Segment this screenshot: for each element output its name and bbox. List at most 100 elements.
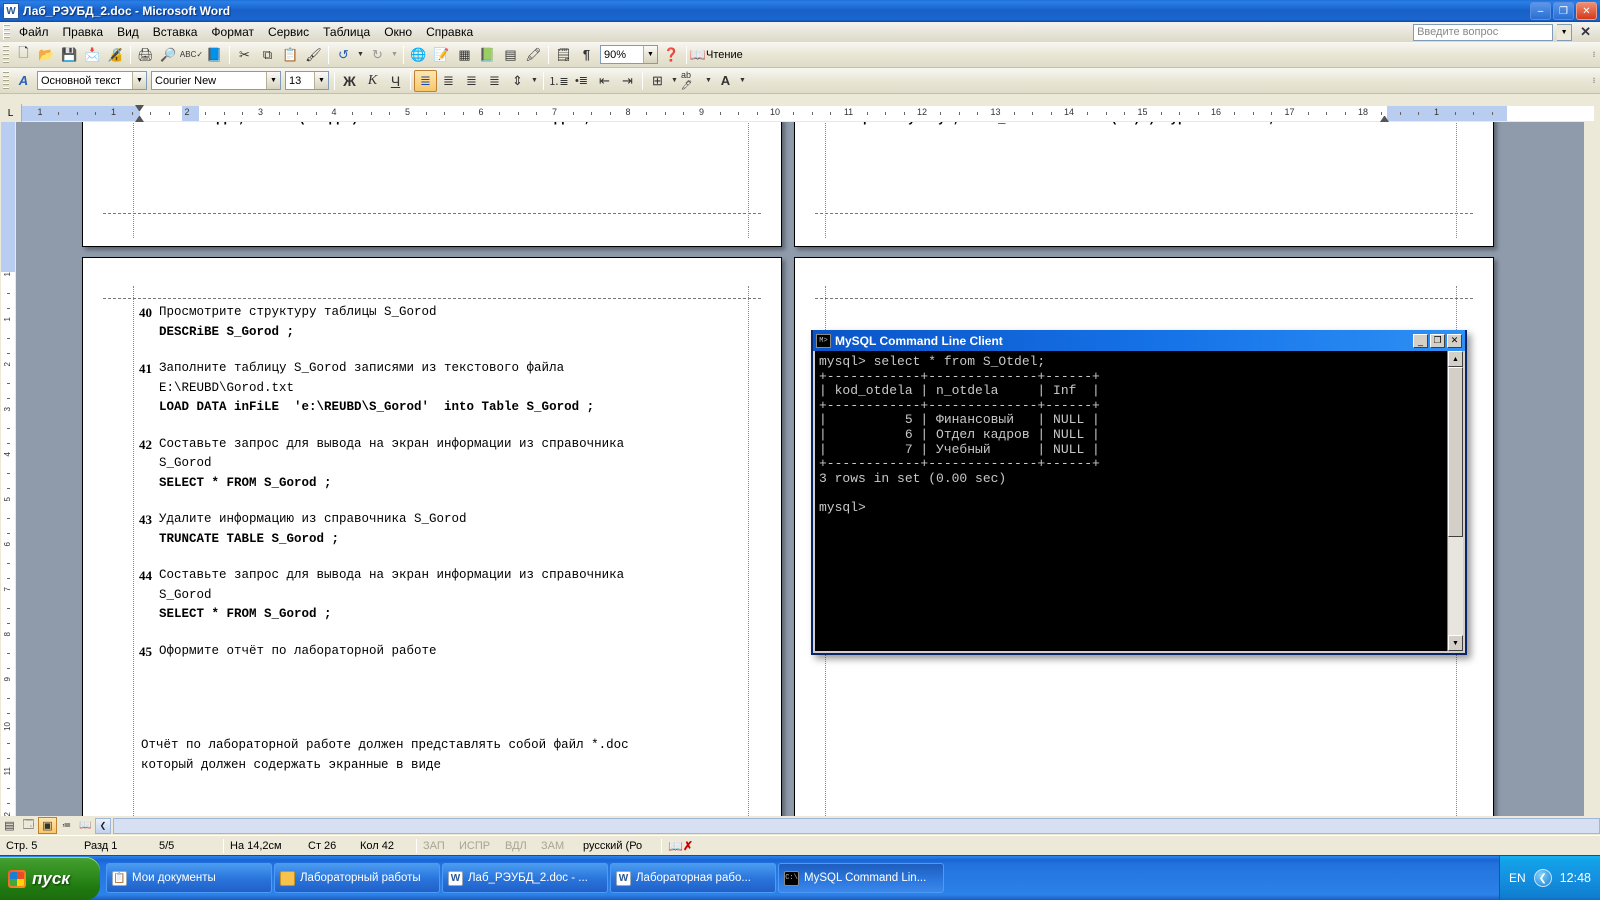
open-icon[interactable]: 📂 (35, 44, 58, 66)
document-list-item[interactable]: 40 Просмотрите структуру таблицы S_Gorod D… (139, 303, 741, 342)
status-revision-mode[interactable]: ИСПР (453, 840, 499, 852)
italic-button[interactable]: К (361, 70, 384, 92)
formatting-toolbar-grip[interactable] (3, 70, 9, 91)
line-spacing-icon[interactable]: ⇕ (506, 70, 529, 92)
taskbar-button[interactable]: 📋 Мои документы (106, 863, 272, 893)
styles-and-formatting-icon[interactable]: A (12, 70, 35, 92)
decrease-indent-icon[interactable]: ⇤ (593, 70, 616, 92)
font-color-dropdown-icon[interactable]: ▼ (737, 70, 748, 92)
chevron-down-icon[interactable]: ▼ (266, 72, 280, 89)
outline-view-icon[interactable]: ≔ (57, 817, 76, 834)
mysql-command-line-window[interactable]: M> MySQL Command Line Client _ ❐ ✕ mysql… (811, 330, 1467, 655)
cut-icon[interactable]: ✂ (233, 44, 256, 66)
mysql-scrollbar[interactable]: ▲ ▼ (1447, 351, 1463, 651)
copy-icon[interactable]: ⧉ (256, 44, 279, 66)
formatting-toolbar-options-icon[interactable]: ⁝ (1588, 70, 1600, 92)
web-layout-view-icon[interactable]: 🗔 (19, 817, 38, 834)
save-icon[interactable]: 💾 (58, 44, 81, 66)
document-list-item[interactable]: 42 Составьте запрос для вывода на экран и… (139, 435, 741, 494)
status-record-mode[interactable]: ЗАП (417, 840, 453, 852)
document-page-current[interactable]: 40 Просмотрите структуру таблицы S_Gorod D… (82, 257, 782, 816)
menu-view[interactable]: Вид (110, 23, 146, 41)
menu-insert[interactable]: Вставка (146, 23, 205, 41)
chevron-down-icon[interactable]: ▼ (132, 72, 146, 89)
chevron-down-icon[interactable]: ▼ (314, 72, 328, 89)
research-icon[interactable]: 📘 (203, 44, 226, 66)
print-layout-view-icon[interactable]: ▣ (38, 817, 57, 834)
tab-selector-button[interactable]: L (0, 104, 22, 122)
paste-icon[interactable]: 📋 (279, 44, 302, 66)
ask-a-question-input[interactable]: Введите вопрос (1413, 23, 1554, 41)
reading-layout-view-icon[interactable]: 📖 (76, 817, 95, 834)
status-language[interactable]: русский (Ро (577, 840, 661, 852)
status-overtype-mode[interactable]: ЗАМ (535, 840, 577, 852)
standard-toolbar-options-icon[interactable]: ⁝ (1588, 44, 1600, 66)
font-combo[interactable]: Courier New ▼ (151, 71, 281, 90)
align-left-icon[interactable]: ≣ (414, 69, 437, 92)
scroll-up-button[interactable]: ▲ (1448, 351, 1463, 367)
bulleted-list-icon[interactable]: •≣ (570, 70, 593, 92)
document-list-item[interactable]: 44 Составьте запрос для вывода на экран и… (139, 566, 741, 625)
redo-dropdown-icon[interactable]: ▼ (389, 44, 400, 66)
tables-and-borders-icon[interactable]: 📝 (430, 44, 453, 66)
font-color-icon[interactable]: A (714, 70, 737, 92)
zoom-combo[interactable]: 90% ▼ (600, 45, 658, 64)
increase-indent-icon[interactable]: ⇥ (616, 70, 639, 92)
close-button[interactable]: ✕ (1576, 2, 1597, 20)
document-list-item[interactable]: 43 Удалите информацию из справочника S_Go… (139, 510, 741, 549)
taskbar-button[interactable]: W Лаб_РЭУБД_2.doc - ... (442, 863, 608, 893)
help-icon[interactable]: ❓ (660, 44, 683, 66)
numbered-list-icon[interactable]: ⒈≣ (547, 70, 570, 92)
menu-help[interactable]: Справка (419, 23, 480, 41)
taskbar-button[interactable]: C:\ MySQL Command Lin... (778, 863, 944, 893)
bold-button[interactable]: Ж (338, 70, 361, 92)
highlight-icon[interactable]: ab🖊 (680, 70, 703, 92)
show-formatting-marks-icon[interactable]: ¶ (575, 44, 598, 66)
clock[interactable]: 12:48 (1560, 871, 1591, 885)
undo-dropdown-icon[interactable]: ▼ (355, 44, 366, 66)
mail-recipient-icon[interactable]: 📩 (81, 44, 104, 66)
insert-table-icon[interactable]: ▦ (453, 44, 476, 66)
line-spacing-dropdown-icon[interactable]: ▼ (529, 70, 540, 92)
borders-icon[interactable]: ⊞ (646, 70, 669, 92)
normal-view-icon[interactable]: ▤ (0, 817, 19, 834)
print-icon[interactable]: 🖨 (134, 44, 157, 66)
new-document-icon[interactable]: 🗋 (12, 44, 35, 66)
format-painter-icon[interactable]: 🖌 (302, 44, 325, 66)
first-line-indent-marker[interactable] (135, 104, 144, 112)
document-list-item[interactable]: 45 Оформите отчёт по лабораторной работе (139, 642, 741, 662)
mysql-scroll-thumb[interactable] (1448, 367, 1463, 537)
mysql-console-output[interactable]: mysql> select * from S_Otdel; +----------… (815, 351, 1447, 651)
spelling-check-icon[interactable]: ABC✓ (180, 44, 203, 66)
align-right-icon[interactable]: ≣ (460, 70, 483, 92)
close-document-icon[interactable]: ✕ (1576, 24, 1595, 40)
ruler-strip[interactable]: 1 1 2 3 4 5 6 7 8 9 10 11 12 13 14 15 16 17 18 1 (22, 104, 1594, 122)
document-list-item[interactable]: 41 Заполните таблицу S_Gorod записями из … (139, 359, 741, 418)
minimize-button[interactable]: – (1530, 2, 1551, 20)
show-hidden-icons-icon[interactable]: ❮ (1533, 869, 1552, 887)
redo-icon[interactable]: ↻ (366, 44, 389, 66)
menubar-grip[interactable] (3, 24, 10, 40)
scroll-down-button[interactable]: ▼ (1448, 635, 1463, 651)
menu-table[interactable]: Таблица (316, 23, 377, 41)
underline-button[interactable]: Ч (384, 70, 407, 92)
drawing-icon[interactable]: 🖍 (522, 44, 545, 66)
reading-label[interactable]: Чтение (706, 49, 747, 61)
horizontal-scrollbar[interactable] (113, 817, 1600, 834)
menu-edit[interactable]: Правка (56, 23, 111, 41)
taskbar-button[interactable]: Лабораторный работы (274, 863, 440, 893)
scroll-left-button[interactable]: ❮ (95, 817, 111, 834)
mysql-maximize-button[interactable]: ❐ (1430, 333, 1445, 348)
insert-hyperlink-icon[interactable]: 🌐 (407, 44, 430, 66)
columns-icon[interactable]: ▤ (499, 44, 522, 66)
menu-tools[interactable]: Сервис (261, 23, 316, 41)
reading-layout-icon[interactable]: 📖 (690, 44, 706, 66)
document-map-icon[interactable]: 🗒 (552, 44, 575, 66)
font-size-combo[interactable]: 13 ▼ (285, 71, 329, 90)
print-preview-icon[interactable]: 🔎 (157, 44, 180, 66)
standard-toolbar-grip[interactable] (3, 44, 9, 65)
undo-icon[interactable]: ↺ (332, 44, 355, 66)
align-justify-icon[interactable]: ≣ (483, 70, 506, 92)
mysql-minimize-button[interactable]: _ (1413, 333, 1428, 348)
menu-window[interactable]: Окно (377, 23, 419, 41)
